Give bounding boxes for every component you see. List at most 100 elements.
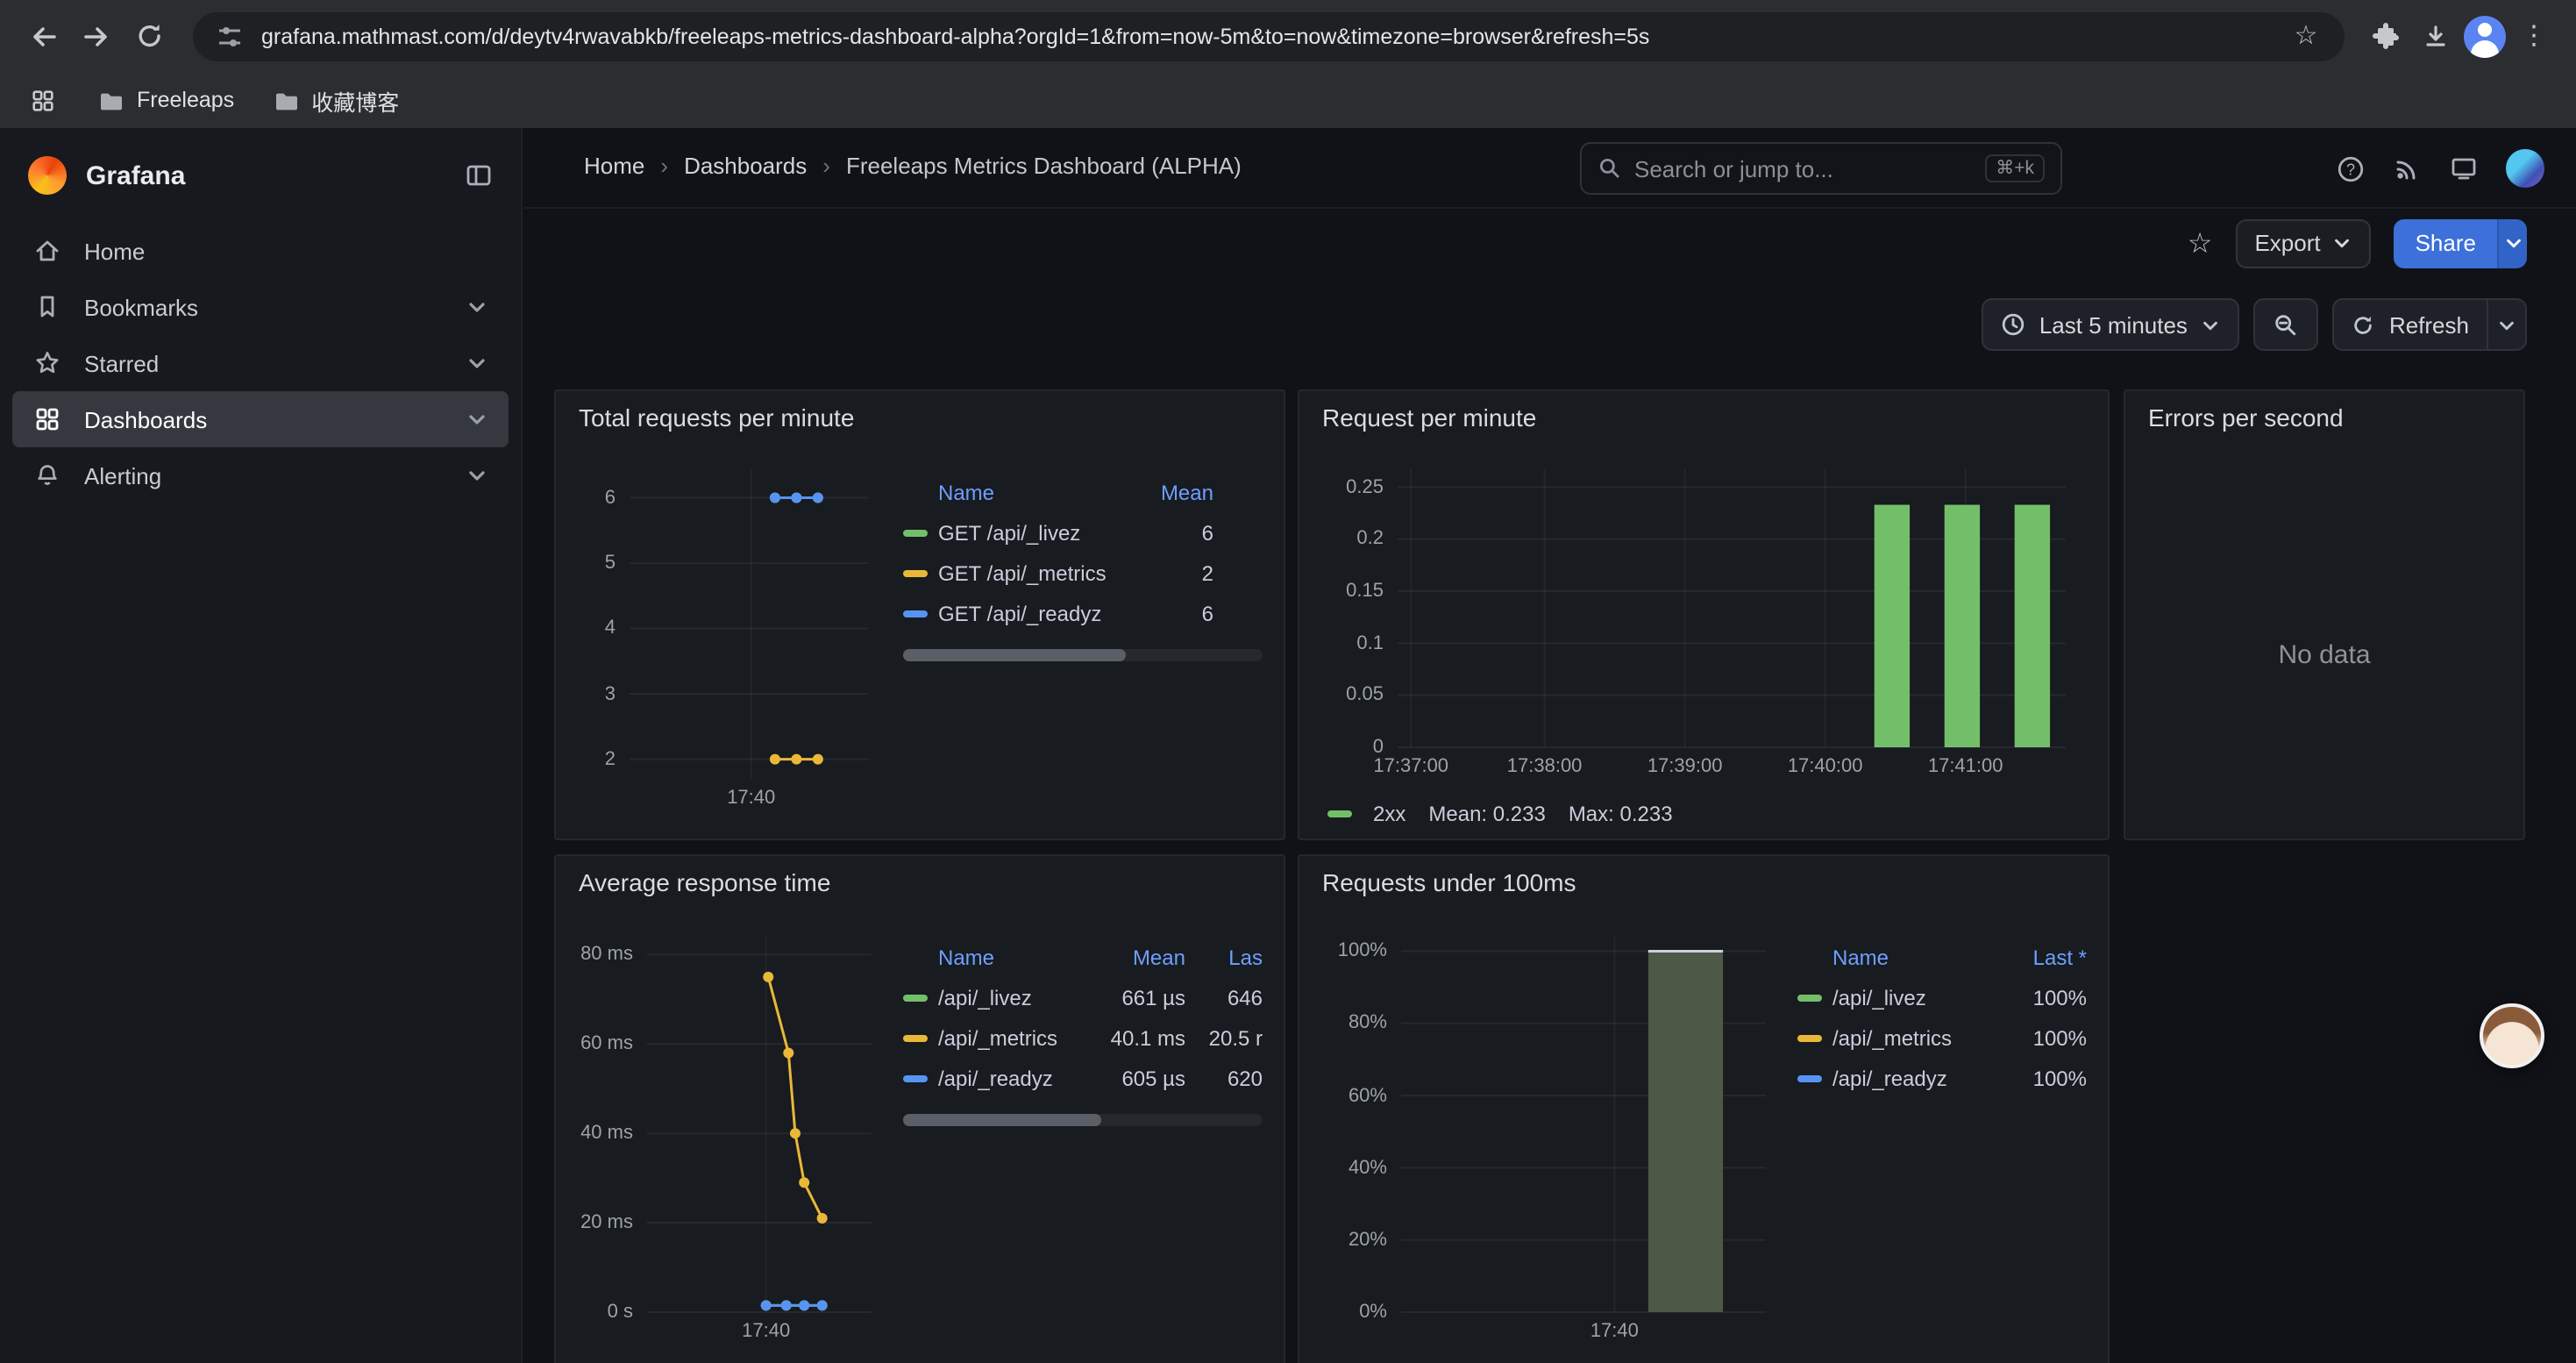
y-axis-tick: 0.15 <box>1310 579 1384 603</box>
legend-row[interactable]: GET /api/_metrics 2 <box>903 553 1263 593</box>
legend-row[interactable]: /api/_readyz 100% <box>1797 1058 2087 1098</box>
forward-arrow-icon <box>81 20 112 52</box>
search-box[interactable]: ⌘+k <box>1580 142 2062 195</box>
reload-button[interactable] <box>123 10 175 62</box>
share-button[interactable]: Share <box>2395 218 2497 268</box>
forward-button[interactable] <box>70 10 123 62</box>
sidebar-item-alerting[interactable]: Alerting <box>12 447 509 503</box>
refresh-label: Refresh <box>2389 311 2469 338</box>
sidebar-toggle-button[interactable] <box>465 161 493 189</box>
export-button[interactable]: Export <box>2235 218 2371 268</box>
series-swatch <box>903 1074 928 1081</box>
chevron-down-icon <box>466 296 487 318</box>
legend-col-last[interactable]: Las <box>1185 946 1263 970</box>
legend-row[interactable]: /api/_metrics 40.1 ms 20.5 r <box>903 1017 1263 1058</box>
chart-canvas <box>630 468 868 779</box>
breadcrumb-dashboards[interactable]: Dashboards <box>684 153 807 179</box>
sidebar-item-home[interactable]: Home <box>12 223 509 279</box>
legend-row[interactable]: GET /api/_livez 6 <box>903 512 1263 553</box>
bookmark-folder-freeleaps[interactable]: Freeleaps <box>98 87 234 113</box>
sidebar-item-dashboards[interactable]: Dashboards <box>12 391 509 447</box>
site-info-icon[interactable] <box>214 11 246 61</box>
y-axis-tick: 4 <box>542 617 616 641</box>
home-icon <box>33 237 61 265</box>
series-name: GET /api/_livez <box>938 520 1136 545</box>
legend-row[interactable]: /api/_readyz 605 µs 620 <box>903 1058 1263 1098</box>
url-bar[interactable]: grafana.mathmast.com/d/deytv4rwavabkb/fr… <box>193 11 2345 61</box>
zoom-out-button[interactable] <box>2254 298 2319 351</box>
panel-request-per-minute: Request per minute 0.250.20.150.10.05017… <box>1298 389 2110 840</box>
profile-avatar <box>2464 15 2506 57</box>
assistant-avatar[interactable] <box>2480 1003 2544 1068</box>
browser-menu-button[interactable]: ⋮ <box>2509 11 2558 61</box>
header-icons: ? <box>2336 142 2544 195</box>
sidebar-item-label: Home <box>84 238 145 264</box>
legend-row[interactable]: /api/_livez 100% <box>1797 977 2087 1017</box>
extensions-button[interactable] <box>2362 11 2411 61</box>
total-requests-chart: 6543217:40 <box>630 468 868 779</box>
legend-scrollbar[interactable] <box>903 649 1263 661</box>
request-per-minute-chart: 0.250.20.150.10.05017:37:0017:38:0017:39… <box>1398 468 2066 747</box>
legend-col-mean[interactable]: Mean <box>1136 481 1213 505</box>
y-axis-tick: 100% <box>1313 938 1387 963</box>
scrollbar-thumb[interactable] <box>903 649 1126 661</box>
legend-col-name[interactable]: Name <box>938 946 1084 970</box>
panel-title[interactable]: Average response time <box>556 856 1284 909</box>
refresh-button[interactable]: Refresh <box>2335 300 2487 349</box>
clock-icon <box>2001 312 2025 337</box>
series-mean: 2 <box>1136 560 1213 585</box>
screen: grafana.mathmast.com/d/deytv4rwavabkb/fr… <box>0 0 2576 1363</box>
user-avatar[interactable] <box>2506 149 2544 188</box>
bookmark-folder-blog[interactable]: 收藏博客 <box>273 83 399 117</box>
panel-title[interactable]: Errors per second <box>2125 391 2523 444</box>
search-input[interactable] <box>1634 155 1973 182</box>
panel-title[interactable]: Total requests per minute <box>556 391 1284 444</box>
profile-button[interactable] <box>2460 11 2509 61</box>
legend-item[interactable]: 2xx <box>1327 802 1405 826</box>
legend-col-name[interactable]: Name <box>1832 946 2003 970</box>
breadcrumb-home[interactable]: Home <box>584 153 644 179</box>
x-axis-tick: 17:41:00 <box>1906 756 2025 777</box>
chart-canvas <box>1398 468 2066 747</box>
back-button[interactable] <box>18 10 70 62</box>
sync-icon <box>2352 313 2375 336</box>
legend-scrollbar[interactable] <box>903 1114 1263 1126</box>
series-name: 2xx <box>1373 802 1405 826</box>
panel-legend: 2xx Mean: 0.233 Max: 0.233 <box>1327 802 1673 826</box>
avg-response-time-chart: 80 ms60 ms40 ms20 ms0 s17:40 <box>647 937 872 1312</box>
legend-row[interactable]: GET /api/_readyz 6 <box>903 593 1263 633</box>
series-last: 100% <box>2003 985 2087 1010</box>
refresh-interval-button[interactable] <box>2487 300 2525 349</box>
legend-row[interactable]: /api/_metrics 100% <box>1797 1017 2087 1058</box>
share-menu-button[interactable] <box>2497 218 2527 268</box>
sidebar-item-starred[interactable]: Starred <box>12 335 509 391</box>
help-button[interactable]: ? <box>2336 153 2366 183</box>
panel-title[interactable]: Request per minute <box>1299 391 2108 444</box>
series-last: 100% <box>2003 1066 2087 1090</box>
sidebar: Grafana Home Bookmarks <box>0 128 523 1363</box>
legend-col-name[interactable]: Name <box>938 481 1136 505</box>
grafana-logo[interactable] <box>28 156 67 195</box>
downloads-button[interactable] <box>2411 11 2460 61</box>
x-axis-tick: 17:40:00 <box>1766 756 1885 777</box>
sidebar-item-bookmarks[interactable]: Bookmarks <box>12 279 509 335</box>
zoom-out-icon <box>2274 311 2300 338</box>
legend-col-last[interactable]: Last * <box>2003 946 2087 970</box>
news-button[interactable] <box>2394 154 2422 182</box>
sidebar-item-label: Dashboards <box>84 406 207 432</box>
y-axis-tick: 40% <box>1313 1155 1387 1180</box>
scrollbar-thumb[interactable] <box>903 1114 1101 1126</box>
legend-row[interactable]: /api/_livez 661 µs 646 <box>903 977 1263 1017</box>
apps-grid-button[interactable] <box>25 82 60 118</box>
panel-errors-per-second: Errors per second No data <box>2124 389 2525 840</box>
breadcrumb-current: Freeleaps Metrics Dashboard (ALPHA) <box>846 153 1242 179</box>
time-range-button[interactable]: Last 5 minutes <box>1982 298 2240 351</box>
chevron-down-icon <box>466 353 487 374</box>
reload-icon <box>134 21 164 51</box>
legend-col-mean[interactable]: Mean <box>1084 946 1185 970</box>
series-last: 100% <box>2003 1025 2087 1050</box>
kiosk-mode-button[interactable] <box>2450 154 2478 182</box>
bookmark-star-icon[interactable]: ☆ <box>2288 11 2323 61</box>
favorite-star-button[interactable]: ☆ <box>2188 225 2213 260</box>
panel-title[interactable]: Requests under 100ms <box>1299 856 2108 909</box>
